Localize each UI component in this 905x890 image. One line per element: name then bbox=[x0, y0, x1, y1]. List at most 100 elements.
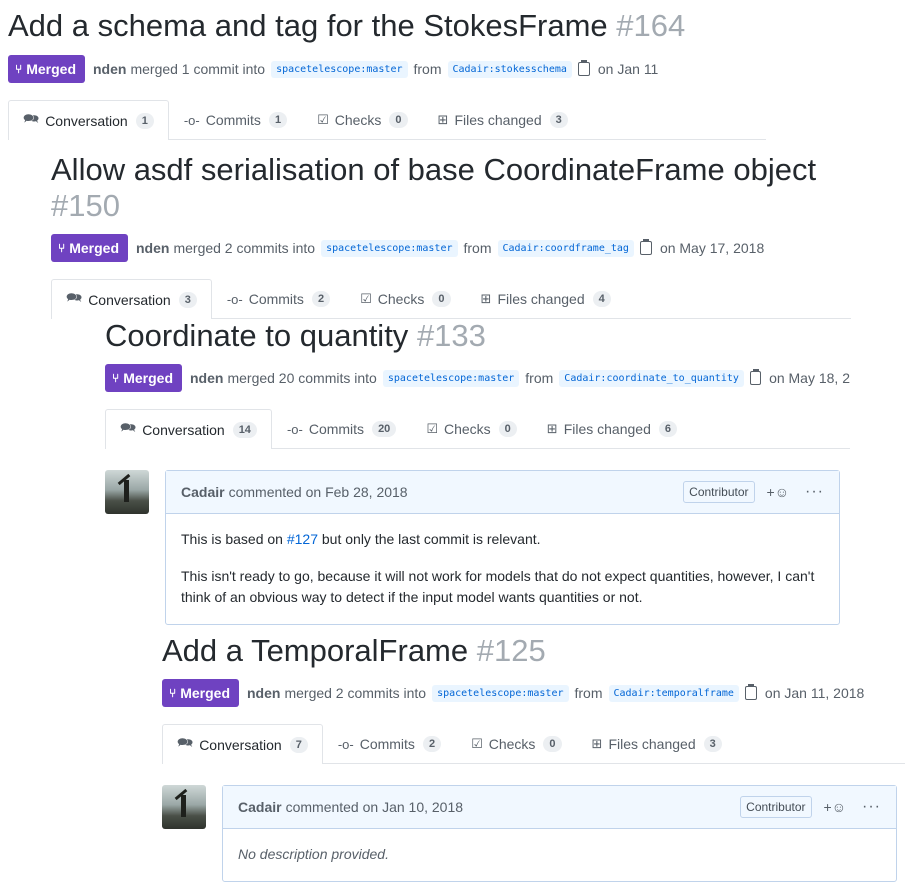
comment-discussion-icon: 🗪 bbox=[177, 734, 194, 750]
pr-meta: ⑂ Merged nden merged 1 commit into spacet… bbox=[8, 55, 658, 83]
comment-header: Cadair commented on Jan 10, 2018 Contrib… bbox=[223, 786, 896, 829]
head-branch[interactable]: Cadair:temporalframe bbox=[608, 684, 739, 702]
pr-meta: ⑂ Merged nden merged 2 commits into space… bbox=[51, 234, 764, 262]
comment-box: Cadair commented on Jan 10, 2018 Contrib… bbox=[222, 785, 897, 882]
avatar[interactable] bbox=[105, 470, 149, 514]
file-diff-icon: ⊞ bbox=[591, 736, 603, 751]
clippy-icon[interactable] bbox=[744, 684, 757, 700]
comment-body: This is based on #127 but only the last … bbox=[166, 514, 839, 623]
merged-badge: ⑂ Merged bbox=[105, 364, 182, 392]
author-link[interactable]: nden bbox=[136, 240, 169, 256]
base-branch[interactable]: spacetelescope:master bbox=[382, 369, 520, 387]
git-commit-icon: -o- bbox=[226, 291, 243, 307]
author-link[interactable]: nden bbox=[93, 61, 126, 77]
tab-conversation[interactable]: 🗪 Conversation 1 bbox=[8, 100, 169, 140]
kebab-horizontal-icon[interactable]: ··· bbox=[862, 798, 881, 816]
checklist-icon: ☑ bbox=[471, 736, 483, 751]
comment-header: Cadair commented on Feb 28, 2018 Contrib… bbox=[166, 471, 839, 514]
file-diff-icon: ⊞ bbox=[437, 112, 449, 127]
merge-date: on May 17, 2018 bbox=[659, 240, 765, 256]
pr-meta: ⑂ Merged nden merged 2 commits into space… bbox=[162, 679, 864, 707]
head-branch[interactable]: Cadair:coordinate_to_quantity bbox=[559, 369, 744, 387]
smiley-icon[interactable]: +☺ bbox=[767, 484, 789, 500]
contributor-badge: Contributor bbox=[683, 481, 755, 503]
git-merge-icon: ⑂ bbox=[112, 371, 120, 385]
tab-checks[interactable]: ☑ Checks 0 bbox=[411, 409, 531, 448]
pr-number[interactable]: #125 bbox=[477, 633, 546, 668]
comment-author[interactable]: Cadair bbox=[238, 799, 282, 815]
file-diff-icon: ⊞ bbox=[546, 421, 558, 436]
merge-date: on Jan 11 bbox=[597, 61, 659, 77]
git-commit-icon: -o- bbox=[286, 421, 303, 437]
tab-conversation[interactable]: 🗪 Conversation 3 bbox=[51, 279, 212, 319]
clippy-icon[interactable] bbox=[749, 369, 762, 385]
author-link[interactable]: nden bbox=[190, 370, 223, 386]
base-branch[interactable]: spacetelescope:master bbox=[321, 239, 458, 257]
tab-files-changed[interactable]: ⊞ Files changed 6 bbox=[532, 409, 692, 448]
tab-commits[interactable]: -o- Commits 2 bbox=[212, 279, 345, 318]
comment-paragraph: No description provided. bbox=[238, 846, 389, 862]
pr-number[interactable]: #133 bbox=[417, 318, 486, 353]
clippy-icon[interactable] bbox=[577, 60, 590, 76]
head-branch[interactable]: Cadair:stokesschema bbox=[447, 60, 572, 78]
tab-commits[interactable]: -o- Commits 1 bbox=[169, 100, 302, 139]
pr-125: Add a TemporalFrame #125 bbox=[162, 633, 546, 669]
pr-number[interactable]: #164 bbox=[616, 8, 685, 43]
tab-files-changed[interactable]: ⊞ Files changed 3 bbox=[577, 724, 737, 763]
kebab-horizontal-icon[interactable]: ··· bbox=[805, 483, 824, 501]
pr-tabs: 🗪 Conversation 1 -o- Commits 1 ☑ Checks 0 ⊞ Fil… bbox=[8, 99, 766, 140]
pr-tabs: 🗪 Conversation 14 -o- Commits 20 ☑ Checks 0 ⊞ F… bbox=[105, 408, 850, 449]
comment-discussion-icon: 🗪 bbox=[66, 289, 83, 305]
pr-title: Add a schema and tag for the StokesFrame… bbox=[8, 8, 686, 43]
pr-title: Coordinate to quantity #133 bbox=[105, 318, 486, 353]
comment-paragraph: This isn't ready to go, because it will … bbox=[181, 568, 815, 605]
merge-action-text: merged 20 commits into bbox=[227, 370, 377, 386]
tab-checks[interactable]: ☑ Checks 0 bbox=[302, 100, 422, 139]
author-link[interactable]: nden bbox=[247, 685, 280, 701]
tab-conversation[interactable]: 🗪 Conversation 7 bbox=[162, 724, 323, 764]
comment-timestamp[interactable]: commented on Jan 10, 2018 bbox=[286, 799, 463, 815]
comment-author[interactable]: Cadair bbox=[181, 484, 225, 500]
avatar[interactable] bbox=[162, 785, 206, 829]
tab-files-changed[interactable]: ⊞ Files changed 4 bbox=[466, 279, 626, 318]
checklist-icon: ☑ bbox=[317, 112, 329, 127]
git-merge-icon: ⑂ bbox=[15, 62, 23, 76]
merged-badge: ⑂ Merged bbox=[51, 234, 128, 262]
tab-files-changed[interactable]: ⊞ Files changed 3 bbox=[423, 100, 583, 139]
tab-commits[interactable]: -o- Commits 2 bbox=[323, 724, 456, 763]
issue-link[interactable]: #127 bbox=[287, 531, 318, 547]
pr-meta: ⑂ Merged nden merged 20 commits into spac… bbox=[105, 364, 850, 392]
git-commit-icon: -o- bbox=[183, 112, 200, 128]
clippy-icon[interactable] bbox=[639, 239, 652, 255]
comment-discussion-icon: 🗪 bbox=[120, 419, 137, 435]
base-branch[interactable]: spacetelescope:master bbox=[271, 60, 408, 78]
comment-paragraph: This is based on #127 but only the last … bbox=[181, 531, 541, 547]
tab-checks[interactable]: ☑ Checks 0 bbox=[345, 279, 465, 318]
head-branch[interactable]: Cadair:coordframe_tag bbox=[497, 239, 634, 257]
from-text: from bbox=[574, 685, 603, 701]
file-diff-icon: ⊞ bbox=[480, 291, 492, 306]
git-commit-icon: -o- bbox=[337, 736, 354, 752]
base-branch[interactable]: spacetelescope:master bbox=[432, 684, 569, 702]
pr-tabs: 🗪 Conversation 3 -o- Commits 2 ☑ Checks 0 ⊞ Fil… bbox=[51, 278, 851, 319]
comment-discussion-icon: 🗪 bbox=[23, 110, 40, 126]
merge-date: on Jan 11, 2018 bbox=[764, 685, 865, 701]
checklist-icon: ☑ bbox=[426, 421, 438, 436]
pr-title: Allow asdf serialisation of base Coordin… bbox=[51, 152, 817, 223]
comment-timestamp[interactable]: commented on Feb 28, 2018 bbox=[229, 484, 408, 500]
merged-badge: ⑂ Merged bbox=[8, 55, 85, 83]
git-merge-icon: ⑂ bbox=[169, 686, 177, 700]
pr-tabs: 🗪 Conversation 7 -o- Commits 2 ☑ Checks 0 ⊞ Fil… bbox=[162, 723, 905, 764]
merge-action-text: merged 2 commits into bbox=[173, 240, 316, 256]
merge-action-text: merged 2 commits into bbox=[284, 685, 427, 701]
smiley-icon[interactable]: +☺ bbox=[824, 799, 846, 815]
comment-box: Cadair commented on Feb 28, 2018 Contrib… bbox=[165, 470, 840, 625]
pr-number[interactable]: #150 bbox=[51, 188, 120, 223]
tab-checks[interactable]: ☑ Checks 0 bbox=[456, 724, 576, 763]
pr-150: Allow asdf serialisation of base Coordin… bbox=[51, 152, 861, 224]
from-text: from bbox=[463, 240, 492, 256]
tab-conversation[interactable]: 🗪 Conversation 14 bbox=[105, 409, 272, 449]
pr-164: Add a schema and tag for the StokesFrame… bbox=[8, 8, 685, 44]
tab-commits[interactable]: -o- Commits 20 bbox=[272, 409, 411, 448]
comment-body: No description provided. bbox=[223, 829, 896, 880]
